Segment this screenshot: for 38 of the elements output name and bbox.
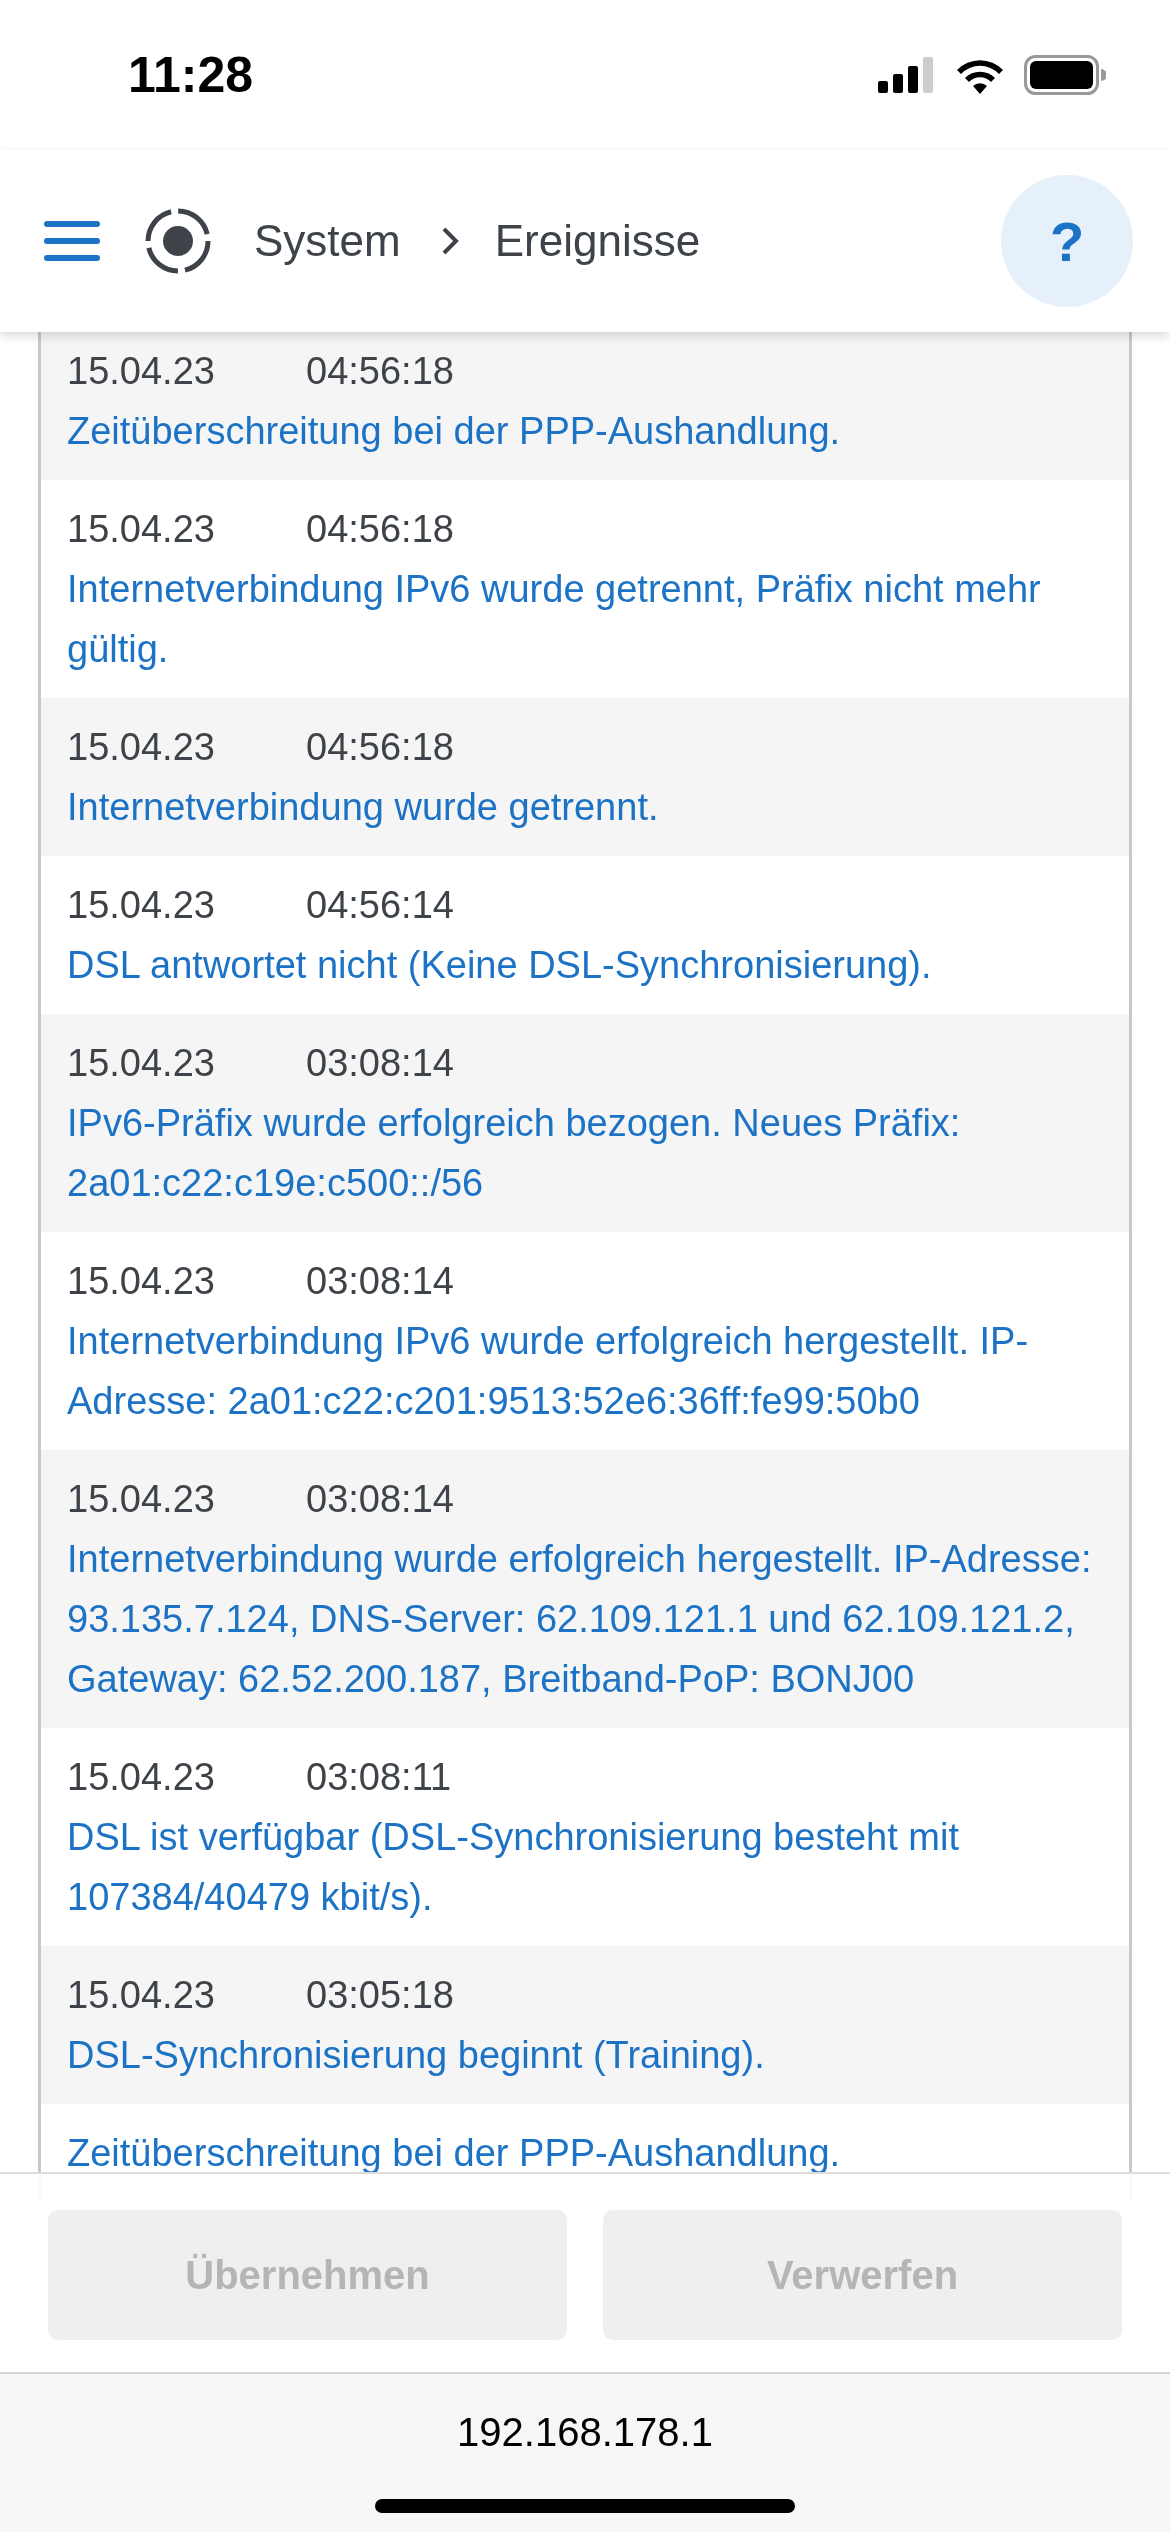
event-time: 04:56:18 — [306, 725, 454, 769]
breadcrumb-item: Ereignisse — [494, 216, 701, 266]
battery-icon — [1024, 55, 1106, 95]
event-date: 15.04.23 — [67, 1755, 216, 1799]
event-time: 04:56:18 — [306, 507, 454, 551]
event-message: Zeitüberschreitung bei der PPP-Aushandlung. — [67, 409, 842, 454]
event-date: 15.04.23 — [67, 507, 216, 551]
event-time: 04:56:14 — [306, 883, 454, 927]
event-message: Zeitüberschreitung bei der PPP-Aushandlung. — [67, 2131, 842, 2176]
event-date: 15.04.23 — [67, 1259, 216, 1303]
event-date: 15.04.23 — [67, 725, 216, 769]
event-date: 15.04.23 — [67, 883, 216, 927]
event-time: 03:05:18 — [306, 1973, 454, 2017]
url-text[interactable]: 192.168.178.1 — [457, 2410, 713, 2455]
event-time: 03:08:11 — [306, 1755, 452, 1799]
event-time: 04:56:18 — [306, 349, 454, 393]
event-message: IPv6-Präfix wurde erfolgreich bezogen. Neues Präfix: 2a01:c22:c19e:c500::/56 — [67, 1101, 962, 1206]
event-time: 03:08:14 — [306, 1259, 454, 1303]
chevron-icon — [440, 226, 459, 256]
event-time: 03:08:14 — [306, 1477, 454, 1521]
status-time: 11:28 — [128, 46, 254, 104]
help-button[interactable]: ? — [1001, 175, 1133, 307]
event-message: Internetverbindung IPv6 wurde getrennt, Präfix nicht mehr gültig. — [67, 567, 1042, 672]
event-date: 15.04.23 — [67, 1041, 216, 1085]
event-date: 15.04.23 — [67, 349, 216, 393]
menu-icon[interactable] — [44, 221, 100, 261]
event-date: 15.04.23 — [67, 1973, 216, 2017]
signal-icon — [878, 57, 936, 93]
event-message: Internetverbindung IPv6 wurde erfolgreich hergestellt. IP-Adresse: 2a01:c22:c201:9513:52e6:36ff:fe99:50b0 — [67, 1319, 1030, 1424]
record-icon — [144, 207, 212, 275]
event-message: DSL antwortet nicht (Keine DSL-Synchronisierung). — [67, 943, 933, 988]
event-message: DSL ist verfügbar (DSL-Synchronisierung besteht mit 107384/40479 kbit/s). — [67, 1815, 960, 1920]
breadcrumb-item[interactable]: System — [254, 216, 401, 266]
event-time: 03:08:14 — [306, 1041, 454, 1085]
event-message: Internetverbindung wurde erfolgreich hergestellt. IP-Adresse: 93.135.7.124, DNS-Server: 62.109.121.1 und 62.109.121.2, Gateway: 62.52.200.187, Breitband-PoP: BONJ00 — [67, 1537, 1093, 1702]
event-date: 15.04.23 — [67, 1477, 216, 1521]
event-message: Internetverbindung wurde getrennt. — [67, 785, 660, 830]
event-message: DSL-Synchronisierung beginnt (Training). — [67, 2033, 766, 2078]
